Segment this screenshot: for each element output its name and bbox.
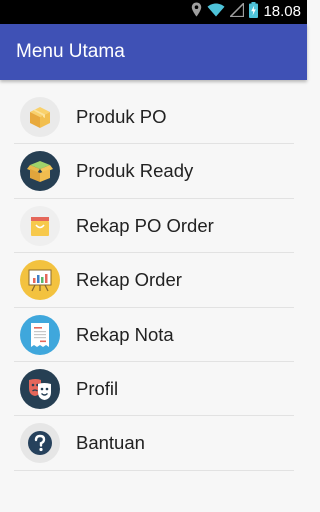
menu-item-profil[interactable]: Profil xyxy=(14,362,294,417)
status-bar: 18.08 xyxy=(0,0,307,24)
menu-item-label: Rekap PO Order xyxy=(76,214,214,236)
open-box-icon xyxy=(20,151,60,192)
wifi-icon xyxy=(207,2,225,22)
box-icon xyxy=(20,97,60,137)
menu-item-label: Rekap Order xyxy=(76,269,182,291)
menu-item-rekap-nota[interactable]: Rekap Nota xyxy=(14,308,294,362)
presentation-chart-icon xyxy=(20,260,60,301)
menu-item-bantuan[interactable]: Bantuan xyxy=(14,416,294,471)
menu-item-produk-po[interactable]: Produk PO xyxy=(14,90,294,145)
theater-masks-icon xyxy=(20,368,60,409)
app-bar-title: Menu Utama xyxy=(16,41,125,62)
menu-item-label: Rekap Nota xyxy=(76,323,174,345)
menu-item-rekap-order[interactable]: Rekap Order xyxy=(14,253,294,308)
shopping-bag-icon xyxy=(20,205,60,246)
status-icons: 18.08 xyxy=(191,1,301,23)
menu-item-label: Profil xyxy=(76,377,119,399)
status-time: 18.08 xyxy=(263,3,301,20)
receipt-icon xyxy=(20,314,60,355)
menu-item-label: Produk PO xyxy=(76,106,167,127)
location-icon xyxy=(191,2,202,22)
menu-item-label: Bantuan xyxy=(76,432,145,454)
signal-icon xyxy=(229,1,245,22)
app-bar: Menu Utama xyxy=(0,24,307,80)
menu-item-produk-ready[interactable]: Produk Ready xyxy=(14,144,294,199)
battery-charging-icon xyxy=(249,1,259,23)
menu-item-rekap-po-order[interactable]: Rekap PO Order xyxy=(14,199,294,254)
menu-list: Produk PO Produk Ready Rekap PO Order Re… xyxy=(14,90,294,471)
menu-item-label: Produk Ready xyxy=(76,160,194,182)
help-icon xyxy=(20,423,60,464)
